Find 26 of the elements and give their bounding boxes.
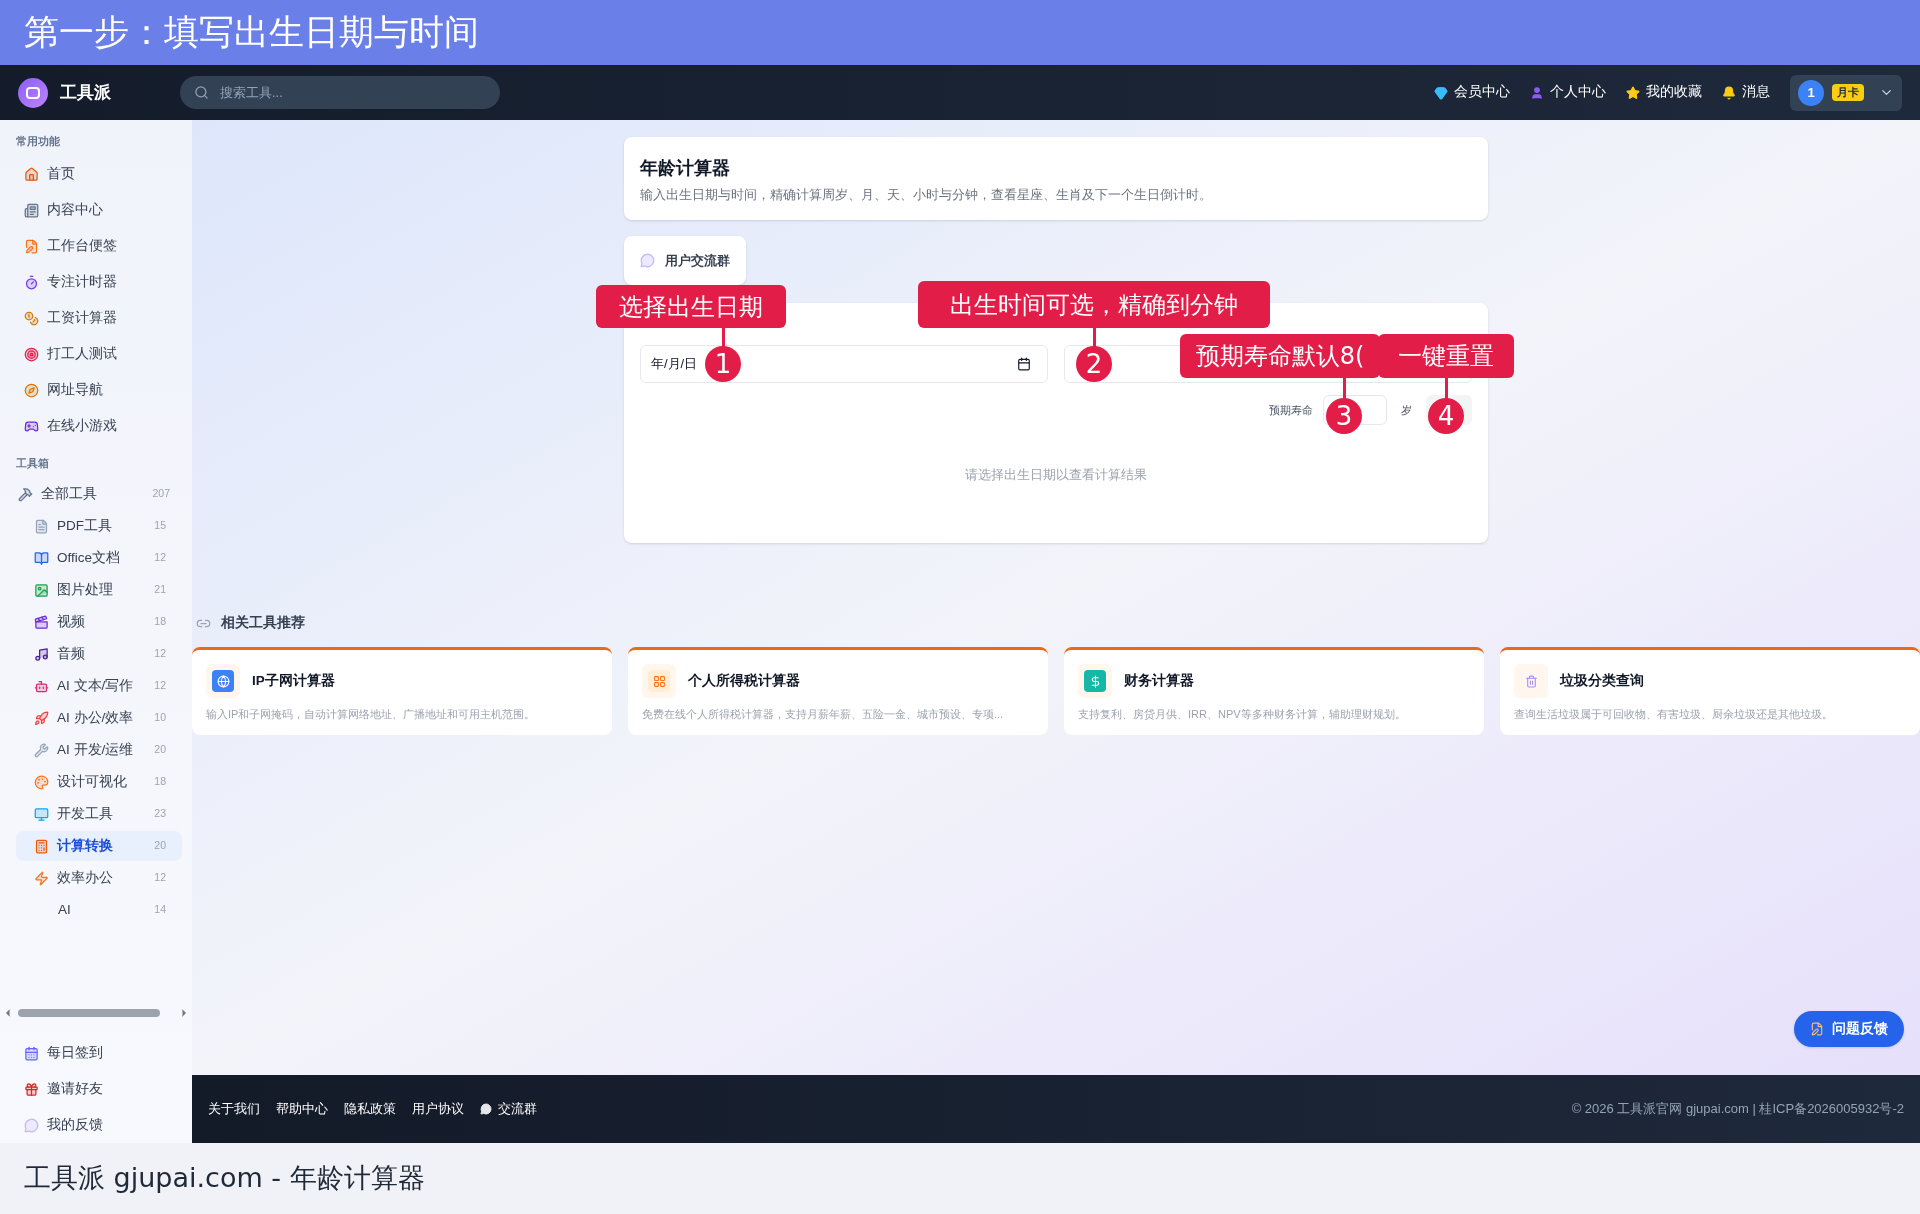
tool-description: 免费在线个人所得税计算器，支持月薪年薪、五险一金、城市预设、专项... (642, 707, 1005, 723)
annotation-tooltip: 预期寿命默认8( (1180, 334, 1380, 378)
annotation-tooltip: 出生时间可选，精确到分钟 (918, 281, 1270, 328)
caption-text: 工具派 gjupai.com - 年龄计算器 (24, 1161, 425, 1196)
empty-message: 请选择出生日期以查看计算结果 (965, 466, 1147, 484)
tool-title: 个人所得税计算器 (688, 672, 800, 691)
tool-description: 查询生活垃圾属于可回收物、有害垃圾、厨余垃圾还是其他垃圾。 (1514, 707, 1834, 723)
user-avatar: 1 (1798, 79, 1824, 106)
tool-title: 财务计算器 (1124, 672, 1194, 691)
tool-title: 垃圾分类查询 (1560, 672, 1644, 691)
copyright-text: © 2026 工具派官网 gjupai.com | 桂ICP备2026005932号-2 (1571, 1100, 1904, 1119)
page-title: 年龄计算器 (640, 157, 731, 180)
tool-title: IP子网计算器 (252, 672, 335, 691)
section-title: 相关工具推荐 (221, 614, 305, 632)
section-heading: 工具箱 (16, 456, 50, 471)
section-heading: 常用功能 (16, 134, 61, 149)
logo-text: 工具派 (60, 81, 112, 104)
page-description: 输入出生日期与时间，精确计算周岁、月、天、小时与分钟，查看星座、生肖及下一个生日倒计时。 (640, 187, 1213, 204)
step-title: 第一步：填写出生日期与时间 (24, 11, 479, 55)
tool-description: 支持复利、房贷月供、IRR、NPV等多种财务计算，辅助理财规划。 (1078, 707, 1407, 723)
annotation-tooltip: 选择出生日期 (596, 285, 786, 328)
tool-description: 输入IP和子网掩码，自动计算网络地址、广播地址和可用主机范围。 (206, 707, 537, 723)
unit-label: 岁 (1401, 402, 1412, 418)
annotation-tooltip: 一键重置 (1378, 334, 1514, 378)
field-label: 预期寿命 (1269, 402, 1313, 418)
membership-badge: 月卡 (1832, 84, 1864, 101)
